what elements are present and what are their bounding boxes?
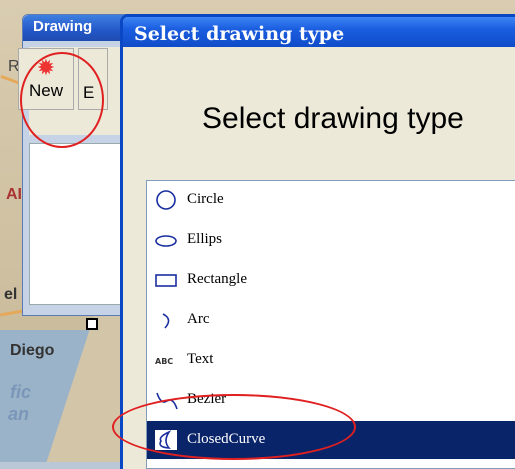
list-item-circle[interactable]: Circle xyxy=(147,181,515,219)
list-item-label: Arc xyxy=(187,311,210,327)
map-label: AI xyxy=(6,186,22,203)
svg-text:ABC: ABC xyxy=(155,357,173,366)
ellipse-icon xyxy=(155,235,177,247)
annotation-ellipse xyxy=(112,394,356,460)
list-item-label: Rectangle xyxy=(187,271,247,287)
drawing-canvas[interactable] xyxy=(29,143,131,305)
map-label: an xyxy=(8,404,30,424)
arc-icon xyxy=(162,313,170,329)
text-icon: ABC xyxy=(155,357,173,366)
dialog-heading: Select drawing type xyxy=(202,102,464,135)
list-item-ellips[interactable]: Ellips xyxy=(147,221,515,259)
rectangle-icon xyxy=(155,274,177,287)
list-item-label: Text xyxy=(187,351,214,367)
circle-icon xyxy=(156,190,176,210)
list-item-arc[interactable]: Arc xyxy=(147,301,515,339)
map-label: fic xyxy=(10,382,32,402)
list-item-rectangle[interactable]: Rectangle xyxy=(147,261,515,299)
map-marker-icon xyxy=(86,318,98,330)
dialog-title-bar[interactable]: Select drawing type xyxy=(123,17,515,47)
list-item-label: Circle xyxy=(187,191,224,207)
map-label: el xyxy=(4,286,18,303)
annotation-circle xyxy=(20,52,104,148)
list-item-text[interactable]: ABC Text xyxy=(147,341,515,379)
list-item-label: Ellips xyxy=(187,231,223,247)
map-label: Diego xyxy=(10,342,55,359)
